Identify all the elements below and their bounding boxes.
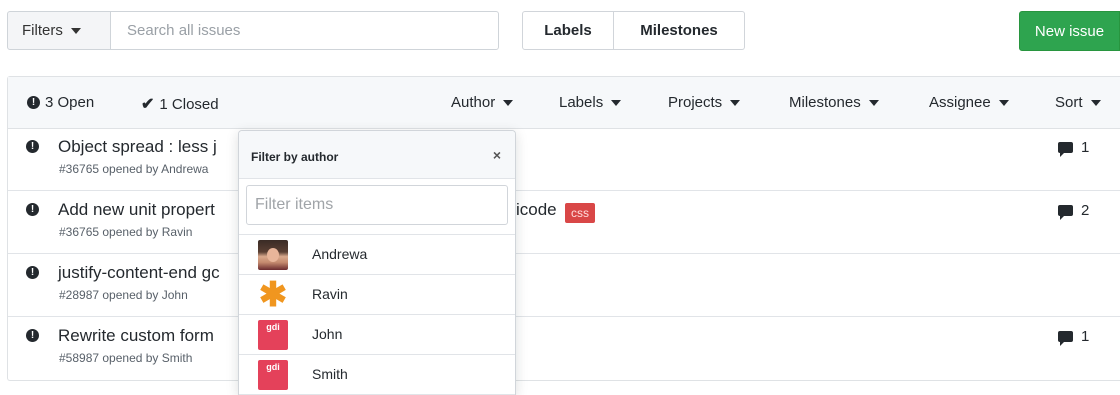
milestones-filter-label: Milestones [789, 94, 861, 111]
sort-filter-label: Sort [1055, 94, 1083, 111]
caret-down-icon [1090, 99, 1101, 106]
author-item-john[interactable]: gdi John [239, 315, 515, 355]
author-filter-dropdown: Filter by author × Andrewa ✱ Ravin gdi J… [238, 130, 516, 395]
comments-link[interactable]: 2 [1058, 202, 1090, 220]
closed-count-label: 1 Closed [159, 95, 219, 113]
gdi-logo-avatar: gdi [258, 360, 288, 390]
issue-opened-icon: ! [26, 140, 39, 153]
caret-down-icon [503, 99, 514, 106]
sort-filter[interactable]: Sort [1055, 94, 1101, 111]
projects-filter-label: Projects [668, 94, 723, 111]
author-filter-label: Author [451, 94, 496, 111]
comments-link[interactable]: 1 [1058, 139, 1090, 157]
issue-title-link[interactable]: Object spread : less j [58, 137, 217, 157]
milestones-button[interactable]: Milestones [614, 11, 745, 50]
comment-icon [1058, 205, 1073, 220]
issue-meta: #28987 opened by John [59, 288, 188, 302]
author-name: Smith [312, 366, 348, 382]
issues-list: ! 3 Open ✔ 1 Closed Author Labels Projec… [7, 76, 1120, 381]
comment-count: 2 [1081, 202, 1090, 219]
comment-icon [1058, 142, 1073, 157]
filters-label: Filters [22, 22, 63, 39]
issue-row: ! justify-content-end gc #28987 opened b… [8, 254, 1120, 317]
logo-text: gdi [266, 362, 280, 372]
caret-down-icon [70, 27, 81, 34]
caret-down-icon [998, 99, 1009, 106]
author-item-smith[interactable]: gdi Smith [239, 355, 515, 395]
close-icon[interactable]: × [493, 147, 501, 163]
projects-filter[interactable]: Projects [668, 94, 741, 111]
issues-list-header: ! 3 Open ✔ 1 Closed Author Labels Projec… [8, 77, 1120, 129]
labels-filter-label: Labels [559, 94, 604, 111]
dropdown-title: Filter by author [251, 150, 339, 164]
comment-count: 1 [1081, 139, 1090, 156]
gdi-logo-avatar: gdi [258, 320, 288, 350]
new-issue-button[interactable]: New issue [1019, 11, 1120, 51]
issue-meta: #36765 opened by Andrewa [59, 162, 209, 176]
avatar [258, 240, 288, 270]
comment-icon [1058, 331, 1073, 346]
labels-button[interactable]: Labels [522, 11, 614, 50]
issue-row: ! Object spread : less j #36765 opened b… [8, 128, 1120, 191]
logo-text: gdi [266, 322, 280, 332]
asterisk-icon: ✱ [258, 276, 288, 314]
filter-items-input[interactable] [246, 185, 508, 225]
issue-meta: #58987 opened by Smith [59, 351, 193, 365]
issue-row: ! Add new unit propert icode css #36765 … [8, 191, 1120, 254]
issue-title-link[interactable]: justify-content-end gc [58, 263, 220, 283]
author-name: Ravin [312, 286, 348, 302]
dropdown-filter-wrap [239, 179, 515, 235]
issue-title-link[interactable]: Rewrite custom form [58, 326, 214, 346]
issue-opened-icon: ! [27, 96, 40, 109]
author-filter[interactable]: Author [451, 94, 514, 111]
author-item-andrewa[interactable]: Andrewa [239, 235, 515, 275]
issue-opened-icon: ! [26, 266, 39, 279]
issue-meta: #36765 opened by Ravin [59, 225, 193, 239]
filters-dropdown-button[interactable]: Filters [7, 11, 111, 50]
caret-down-icon [611, 99, 622, 106]
assignee-filter[interactable]: Assignee [929, 94, 1009, 111]
issue-opened-icon: ! [26, 329, 39, 342]
issue-title-tail[interactable]: icode [516, 200, 557, 220]
milestones-filter[interactable]: Milestones [789, 94, 879, 111]
search-issues-input[interactable] [110, 11, 499, 50]
open-count-label: 3 Open [45, 94, 95, 111]
author-item-ravin[interactable]: ✱ Ravin [239, 275, 515, 315]
labels-filter[interactable]: Labels [559, 94, 622, 111]
closed-issues-toggle[interactable]: ✔ 1 Closed [141, 94, 219, 114]
caret-down-icon [868, 99, 879, 106]
assignee-filter-label: Assignee [929, 94, 991, 111]
labels-milestones-group: Labels Milestones [522, 11, 745, 50]
issue-title-link[interactable]: Add new unit propert [58, 200, 215, 220]
check-icon: ✔ [141, 96, 155, 113]
css-label-badge[interactable]: css [565, 203, 595, 223]
open-issues-toggle[interactable]: ! 3 Open [27, 94, 94, 111]
author-name: John [312, 326, 343, 342]
comments-link[interactable]: 1 [1058, 328, 1090, 346]
caret-down-icon [730, 99, 741, 106]
issue-opened-icon: ! [26, 203, 39, 216]
dropdown-header: Filter by author × [239, 131, 515, 179]
comment-count: 1 [1081, 328, 1090, 345]
author-name: Andrewa [312, 246, 368, 262]
issue-row: ! Rewrite custom form #58987 opened by S… [8, 317, 1120, 380]
